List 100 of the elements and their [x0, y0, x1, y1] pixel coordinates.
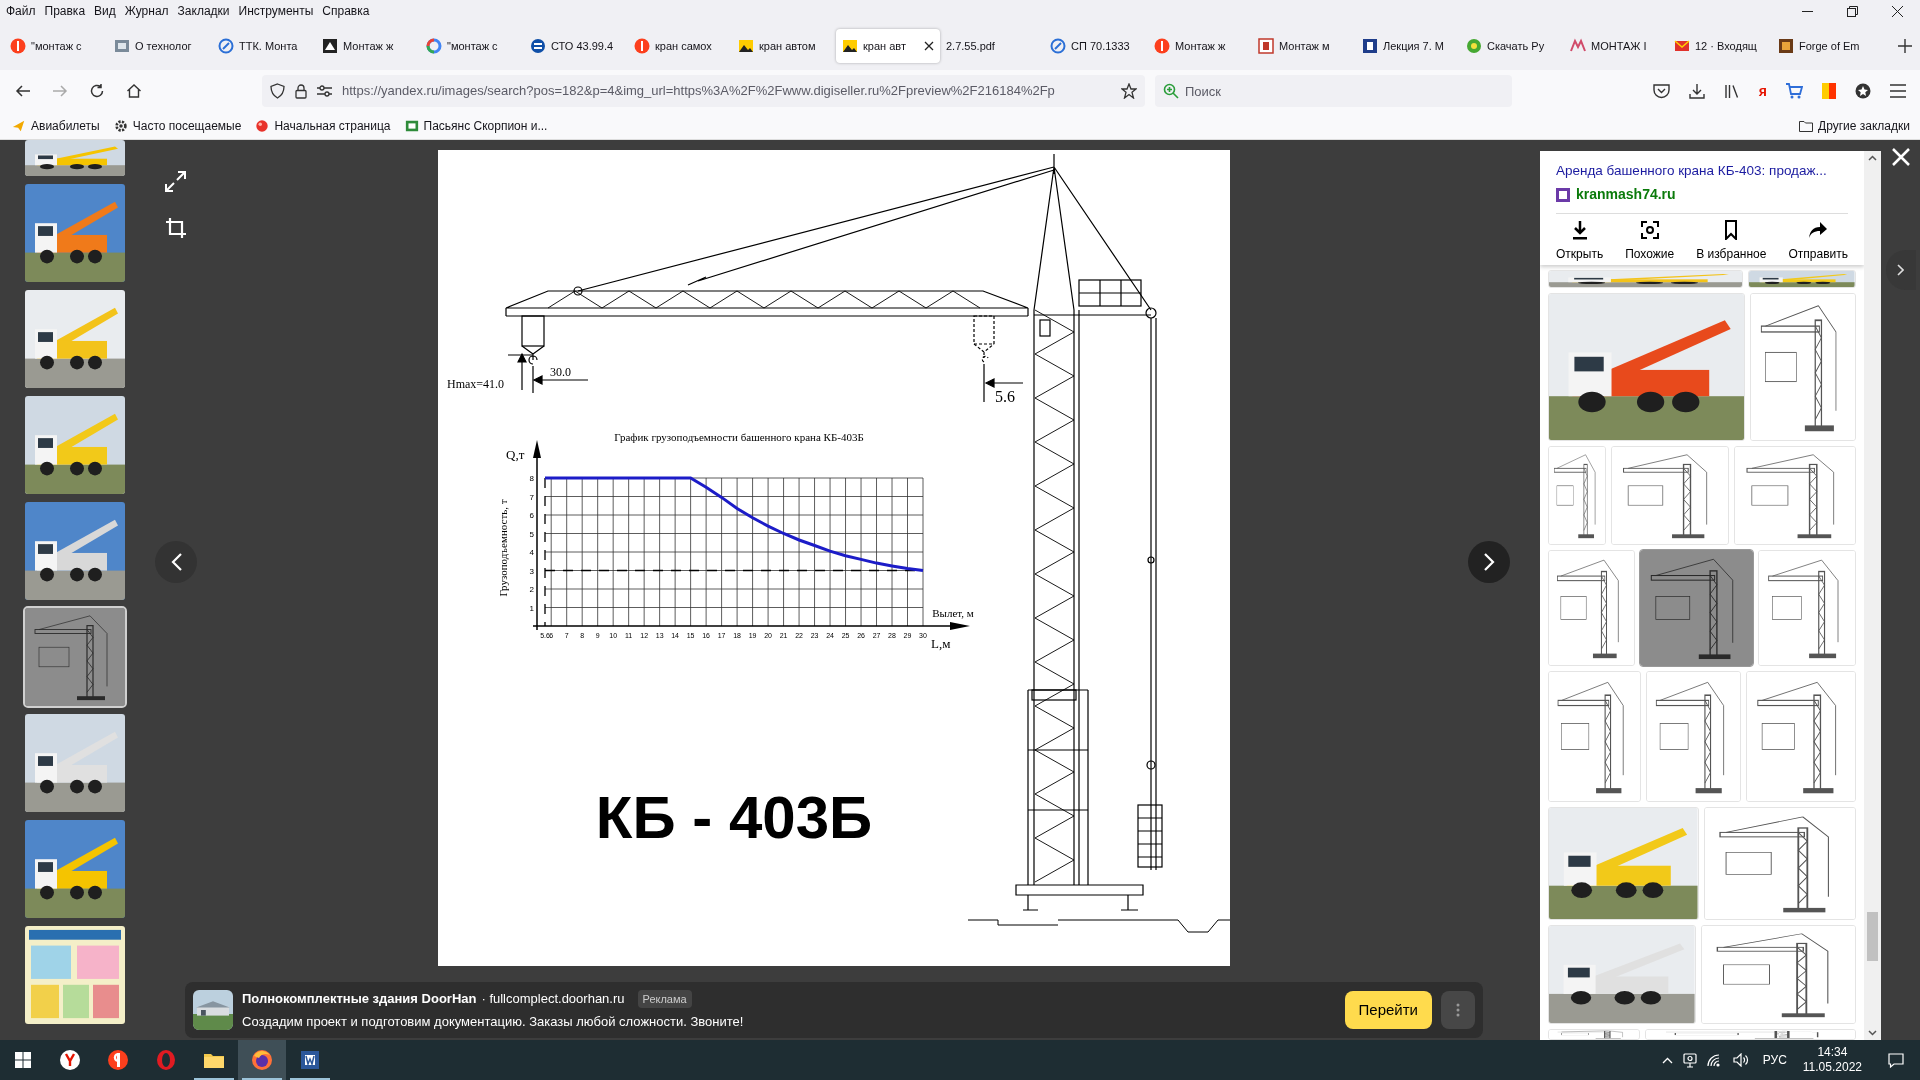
app-icon [298, 1048, 322, 1072]
permissions-icon[interactable] [317, 85, 332, 97]
bookmark-item[interactable]: Пасьянс Скорпион и... [404, 116, 548, 135]
action-button[interactable]: В избранное [1696, 220, 1767, 264]
yandex-button[interactable]: я [1758, 80, 1767, 102]
action-button[interactable]: Отправить [1788, 220, 1848, 264]
app-icon [250, 1048, 274, 1072]
clock[interactable]: 14:34 11.05.2022 [1796, 1045, 1868, 1075]
browser-tab[interactable]: О технолог [108, 29, 212, 63]
ad-domain[interactable]: · fullcomplect.doorhan.ru [481, 989, 625, 1009]
menu-item[interactable]: Файл [6, 2, 36, 20]
browser-tab[interactable]: 12 · Входящ [1668, 29, 1772, 63]
cart-icon[interactable] [1786, 83, 1803, 99]
menu-item[interactable]: Вид [94, 2, 116, 20]
chart-title: График грузоподъемности башенного крана КБ-403Б [614, 431, 864, 443]
other-bookmarks[interactable]: Другие закладки [1799, 116, 1910, 135]
tick-label: 2 [529, 585, 534, 594]
back-icon[interactable] [15, 83, 31, 99]
chevron-up-icon[interactable] [1661, 1056, 1673, 1064]
browser-tab[interactable]: "монтаж с [420, 29, 524, 63]
browser-tab[interactable]: Монтаж ж [1148, 29, 1252, 63]
tick-label: 7 [529, 492, 534, 502]
expand-icon[interactable] [165, 171, 186, 192]
minimize-icon[interactable] [1802, 10, 1813, 12]
go-button[interactable]: Перейти [1344, 991, 1432, 1029]
star-icon[interactable] [1121, 83, 1137, 99]
chevron-right-icon [1483, 553, 1495, 571]
browser-tab[interactable]: ТТК. Монта [212, 29, 316, 63]
previous-button[interactable] [155, 541, 197, 583]
site-icon [1778, 38, 1794, 54]
site-icon [322, 38, 338, 54]
site-icon [738, 38, 754, 54]
close-icon[interactable] [1892, 5, 1903, 17]
tab-title: 2.7.55.pdf [946, 38, 995, 54]
action-button[interactable]: Похожие [1625, 220, 1675, 264]
menu-item[interactable]: Закладки [177, 2, 230, 20]
browser-tab[interactable]: 2.7.55.pdf [940, 29, 1044, 63]
menu-item[interactable]: Правка [44, 2, 86, 20]
menu-item[interactable]: Журнал [124, 2, 169, 20]
extension-icon[interactable] [1855, 83, 1871, 99]
url-text: https://yandex.ru/images/search?pos=182&p=4&img_url=https%3A%2F%2Fwww.digiseller.ru%2Fpreview%2F216184%2Fp [342, 82, 1055, 101]
similar-icon [1639, 220, 1660, 241]
browser-tab[interactable]: Монтаж м [1252, 29, 1356, 63]
browser-tab[interactable]: СП 70.1333 [1044, 29, 1148, 63]
menu-item[interactable]: Справка [322, 2, 370, 20]
reload-icon[interactable] [89, 83, 105, 99]
site-icon [634, 38, 650, 54]
menu-item[interactable]: Инструменты [238, 2, 314, 20]
app-icon [58, 1048, 82, 1072]
axis-label: Q,т [506, 447, 525, 462]
browser-tab[interactable]: кран автом [732, 29, 836, 63]
browser-tab[interactable]: Монтаж ж [316, 29, 420, 63]
next-button[interactable] [1468, 541, 1510, 583]
close-icon[interactable] [924, 41, 934, 51]
pocket-icon[interactable] [1652, 83, 1670, 99]
restore-icon[interactable] [1847, 5, 1858, 17]
tab-title: 12 · Входящ [1695, 38, 1757, 54]
scrollbar-thumb[interactable] [1867, 912, 1878, 961]
home-icon[interactable] [126, 83, 142, 99]
new-tab-icon[interactable] [1898, 39, 1912, 53]
time-text: 14:34 [1817, 1045, 1848, 1060]
result-link[interactable]: Аренда башенного крана КБ-403: продаж... [1556, 161, 1827, 182]
lock-icon[interactable] [295, 83, 307, 99]
speaker-icon[interactable] [1732, 1053, 1749, 1067]
scrollbar[interactable] [1864, 151, 1881, 1040]
shield-icon[interactable] [270, 83, 285, 99]
tab-title: кран самох [655, 38, 712, 54]
library-icon[interactable] [1723, 83, 1740, 99]
bookmark-item[interactable]: Начальная страница [255, 116, 391, 135]
site-icon [530, 38, 546, 54]
ad-title[interactable]: Полнокомплектные здания DoorHan [242, 989, 477, 1009]
browser-tab[interactable]: Лекция 7. М [1356, 29, 1460, 63]
ad-label: Реклама [637, 989, 692, 1008]
address-bar[interactable]: https://yandex.ru/images/search?pos=182&p=4&img_url=https%3A%2F%2Fwww.digiseller.ru%2Fpreview%2F216184%2Fp [262, 75, 1145, 107]
browser-tab[interactable]: "монтаж с [4, 29, 108, 63]
site-link[interactable]: kranmash74.ru [1576, 184, 1676, 206]
camera-icon[interactable] [1682, 1052, 1697, 1068]
tick-label: 6 [529, 511, 534, 520]
scroll-down-icon[interactable] [1868, 1030, 1877, 1036]
bookmark-item[interactable]: Авиабилеты [12, 116, 100, 135]
browser-tab[interactable]: Forge of Em [1772, 29, 1876, 63]
dimension-label: 5.6 [995, 388, 1015, 405]
bookmark-item[interactable]: Часто посещаемые [113, 116, 242, 135]
start-icon [15, 1052, 31, 1068]
action-button[interactable]: Открыть [1556, 220, 1604, 264]
next-panel-button[interactable] [1885, 250, 1916, 290]
search-field[interactable]: Поиск [1155, 75, 1512, 107]
menu-icon[interactable] [1890, 84, 1906, 98]
scroll-up-icon[interactable] [1868, 155, 1877, 161]
browser-tab[interactable]: кран авт [836, 29, 940, 63]
notification-icon[interactable] [1888, 1052, 1904, 1068]
browser-tab[interactable]: Скачать Ру [1460, 29, 1564, 63]
crop-icon[interactable] [166, 218, 186, 238]
browser-tab[interactable]: кран самох [628, 29, 732, 63]
browser-tab[interactable]: СТО 43.99.4 [524, 29, 628, 63]
folder-icon [1799, 119, 1814, 132]
app-icon [106, 1048, 130, 1072]
language-indicator[interactable]: РУС [1762, 1051, 1787, 1069]
browser-tab[interactable]: МОНТАЖ I [1564, 29, 1668, 63]
download-icon[interactable] [1688, 83, 1705, 99]
